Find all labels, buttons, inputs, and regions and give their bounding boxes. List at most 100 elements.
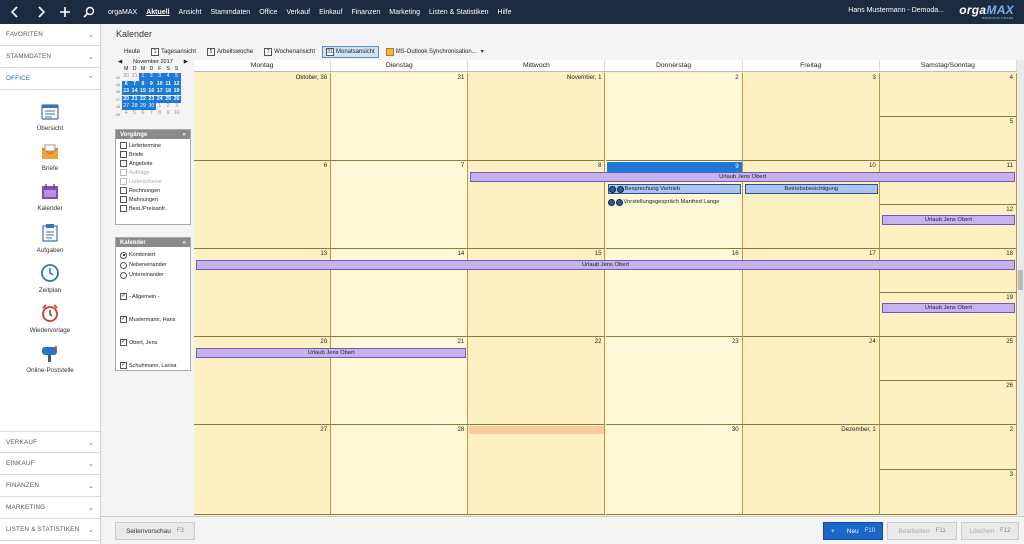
calendar-checkbox[interactable]: ✓ Mustermann, Hans [116,308,190,331]
mini-calendar-day[interactable]: 5 [172,73,181,81]
mini-calendar-day[interactable]: 20 [122,95,131,103]
mini-calendar-day[interactable]: 16 [147,88,156,96]
calendar-day-cell-saturday[interactable]: 2 [879,425,1017,470]
mini-calendar-day[interactable]: 9 [164,110,172,117]
calendar-day-cell[interactable]: 23 [605,337,743,425]
event-urlaub[interactable]: Urlaub Jens Obert [881,215,1015,225]
search-icon[interactable] [76,0,101,24]
mini-calendar-day[interactable]: 11 [163,80,173,89]
checkbox-box[interactable]: ✓ [120,316,127,323]
mini-calendar-day[interactable]: 7 [147,110,155,117]
calendar-day-cell[interactable]: 29 [468,425,606,515]
sidebar-section-listen-statistiken[interactable]: LISTEN & STATISTIKEN ⌄ [0,519,100,541]
menu-item-stammdaten[interactable]: Stammdaten [211,9,251,16]
checkbox-box[interactable] [120,160,127,167]
mini-calendar-day[interactable]: 1 [138,73,148,81]
calendar-day-cell[interactable]: Dezember, 1 [742,425,880,515]
event-vorstellungsgespraech[interactable]: Vorstellungsgespräch Manfred Lange [607,197,875,207]
mini-calendar-day[interactable]: 3 [172,103,180,110]
vorgang-checkbox[interactable]: Liefertermine [116,141,190,150]
checkbox-box[interactable]: ✓ [120,293,127,300]
mini-calendar-day[interactable]: 27 [122,103,131,111]
mini-calendar-day[interactable]: 22 [138,95,148,103]
calendar-day-cell-sunday[interactable]: 12 [879,205,1017,249]
mini-calendar-day[interactable]: 19 [172,88,181,96]
menu-item-hilfe[interactable]: Hilfe [498,9,512,16]
menu-item-einkauf[interactable]: Einkauf [319,9,342,16]
mini-calendar-day[interactable]: 6 [139,110,147,117]
calendar-day-cell-sunday[interactable]: 5 [879,117,1017,161]
vorgang-checkbox[interactable]: Mahnungen [116,195,190,204]
calendar-day-cell-saturday[interactable]: 18 [879,249,1017,293]
mini-calendar-day[interactable]: 5 [130,110,138,117]
menu-item-office[interactable]: Office [259,9,277,16]
mini-calendar-day[interactable]: 30 [147,103,156,111]
sidebar-item-aufgaben[interactable]: Aufgaben [0,224,100,254]
sidebar-section-verkauf[interactable]: VERKAUF ⌄ [0,431,100,453]
mini-calendar-day[interactable]: 18 [163,88,173,96]
event-urlaub[interactable]: Urlaub Jens Obert [196,260,1016,270]
sidebar-section-stammdaten[interactable]: STAMMDATEN ⌄ [0,46,100,68]
mini-calendar-day[interactable]: 6 [122,80,131,89]
toolbar-button-heute[interactable]: Heute [120,46,144,58]
scrollbar-thumb[interactable] [1018,270,1023,290]
forward-icon[interactable] [28,0,53,24]
calendar-day-cell[interactable]: 6 [194,161,332,249]
checkbox-box[interactable] [120,205,127,212]
event-urlaub[interactable]: Urlaub Jens Obert [881,303,1015,313]
radio-button[interactable] [120,261,127,269]
mini-calendar-day[interactable]: 7 [130,80,139,89]
toolbar-button-tagesansicht[interactable]: 1 Tagesansicht [147,46,200,58]
calendar-day-cell-sunday[interactable]: 3 [879,470,1017,515]
mini-calendar-day[interactable]: 24 [155,95,164,103]
sidebar-item-online-poststelle[interactable]: Online-Poststelle [0,344,100,374]
mini-calendar-day[interactable]: 13 [122,88,131,96]
mini-calendar-day[interactable]: 4 [122,110,130,117]
mini-calendar-day[interactable]: 17 [155,88,164,96]
calendar-day-cell-sunday[interactable]: 26 [879,381,1017,425]
mini-calendar-day[interactable]: 31 [130,73,138,80]
mini-calendar-day[interactable]: 2 [164,103,172,110]
mini-calendar-day[interactable]: 30 [122,73,130,80]
calendar-day-cell[interactable]: 22 [468,337,606,425]
calendar-day-cell-saturday[interactable]: 4 [879,73,1017,117]
mini-calendar-day[interactable]: 15 [138,88,148,96]
menu-item-orgamax[interactable]: orgaMAX [108,9,137,16]
calendar-day-cell[interactable]: 28 [331,425,469,515]
mini-calendar-day[interactable]: 23 [147,95,156,103]
calendar-day-cell[interactable]: 30 [605,425,743,515]
mini-calendar-day[interactable]: 25 [163,95,173,103]
event-besprechung-vertrieb[interactable]: Besprechung Vertrieb [607,184,741,194]
calendar-day-cell[interactable]: Oktober, 30 [194,73,332,161]
calendar-day-cell-saturday[interactable]: 25 [879,337,1017,381]
collapse-icon[interactable]: « [183,240,186,246]
sidebar-section-finanzen[interactable]: FINANZEN ⌄ [0,475,100,497]
menu-item-finanzen[interactable]: Finanzen [351,9,380,16]
mini-calendar-day[interactable]: 28 [130,103,139,111]
checkbox-box[interactable] [120,142,127,149]
sidebar-section-favoriten[interactable]: FAVORITEN ⌄ [0,24,100,46]
user-name[interactable]: Hans Mustermann - Demoda... [848,7,944,14]
view-mode-radio[interactable]: Untereinander [116,270,190,280]
mini-calendar-day[interactable]: 10 [155,80,164,89]
radio-button[interactable] [120,271,127,279]
menu-item-listen-statistiken[interactable]: Listen & Statistiken [429,9,489,16]
mini-calendar-day[interactable]: 29 [138,103,148,111]
calendar-day-cell-sunday[interactable]: 19 [879,293,1017,337]
mini-calendar-day[interactable]: 1 [156,103,164,110]
view-mode-radio[interactable]: Nebeneinander [116,260,190,270]
calendar-day-cell[interactable]: 27 [194,425,332,515]
mini-calendar-day[interactable]: 3 [155,73,164,81]
sidebar-section-marketing[interactable]: MARKETING ⌄ [0,497,100,519]
menu-item-marketing[interactable]: Marketing [389,9,420,16]
checkbox-box[interactable] [120,187,127,194]
toolbar-button-ms-outlook-synchronisation-[interactable]: MS-Outlook Synchronisation... ▾ [382,46,488,58]
sidebar-section-office[interactable]: OFFICE ⌃ [0,68,100,90]
menu-item-verkauf[interactable]: Verkauf [286,9,310,16]
mini-calendar-day[interactable]: 8 [138,80,148,89]
calendar-day-cell[interactable]: 3 [742,73,880,161]
new-button[interactable]: + Neu F10 [823,522,883,540]
delete-button[interactable]: Löschen F12 [961,522,1019,540]
toolbar-button-wochenansicht[interactable]: 7 Wochenansicht [260,46,319,58]
calendar-day-cell[interactable]: November, 1 [468,73,606,161]
